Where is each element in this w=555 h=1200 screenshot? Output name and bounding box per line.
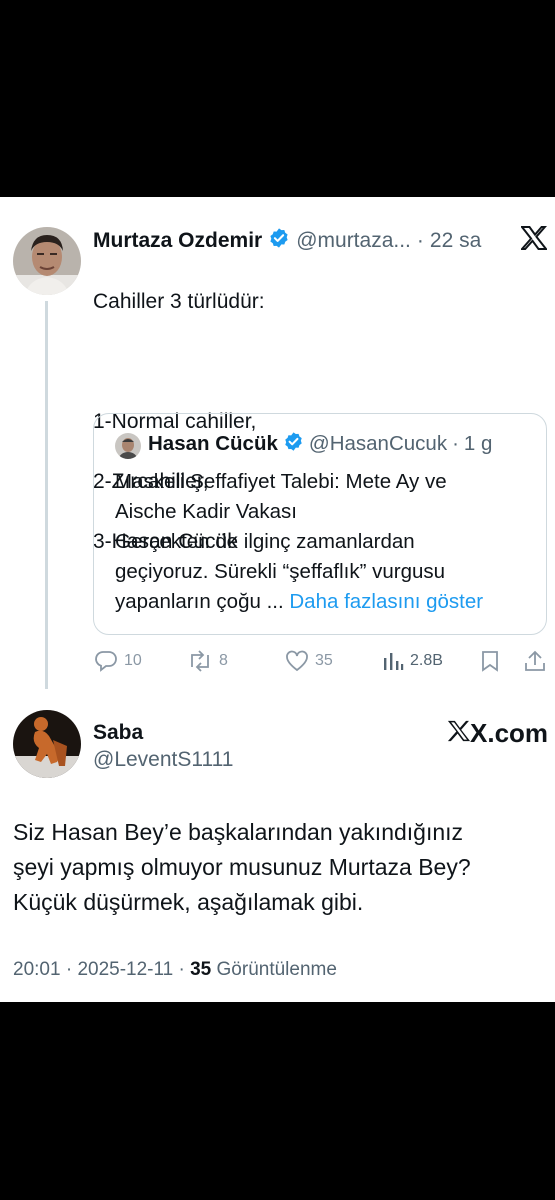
quote-avatar[interactable] [115, 433, 141, 459]
quote-text-line: Maskeli Şeffafiyet Talebi: Mete Ay ve [115, 470, 447, 493]
x-logo-icon [447, 719, 471, 748]
x-com-brand: X.com [447, 718, 548, 749]
like-icon [285, 650, 309, 672]
quoted-tweet[interactable]: Hasan Cücük @HasanCucuk · 1 g Maskeli Şe… [93, 413, 547, 635]
quote-author-handle[interactable]: @HasanCucuk [309, 432, 447, 456]
tweet-text-spacer [93, 347, 533, 377]
reply-count: 10 [124, 652, 142, 669]
retweet-count: 8 [219, 652, 228, 669]
tweet-text-line: Cahiller 3 türlüdür: [93, 290, 265, 313]
views-icon [382, 650, 404, 672]
separator-dot: · [65, 959, 78, 980]
reply-action[interactable]: 10 [94, 650, 142, 672]
quote-time[interactable]: 1 g [464, 432, 493, 456]
reply-views-label: Görüntülenme [216, 959, 337, 980]
bookmark-icon[interactable] [480, 650, 500, 677]
share-icon[interactable] [524, 649, 546, 678]
reply-views-count: 35 [190, 959, 212, 980]
like-action[interactable]: 35 [285, 650, 333, 672]
reply-icon [94, 650, 118, 672]
reply-text-line: Siz Hasan Bey’e başkalarından yakındığın… [13, 819, 464, 845]
quote-header: Hasan Cücük @HasanCucuk · 1 g [148, 431, 492, 457]
views-action[interactable]: 2.8B [382, 650, 443, 672]
reply-text-line: Küçük düşürmek, aşağılamak gibi. [13, 889, 364, 915]
tweet-header: Murtaza Ozdemir @murtaza... · 22 sa [93, 227, 481, 254]
thread-line [45, 301, 48, 689]
quote-text-line: Aische Kadir Vakası [115, 500, 297, 523]
reply-time[interactable]: 20:01 [13, 959, 61, 980]
brand-text: X.com [470, 718, 549, 748]
like-count: 35 [315, 652, 333, 669]
separator-dot: · [178, 959, 191, 980]
author-avatar[interactable] [13, 227, 81, 295]
tweet-time[interactable]: 22 sa [430, 229, 481, 253]
reply-handle[interactable]: @LeventS1111 [93, 748, 233, 772]
x-logo-icon[interactable] [519, 226, 549, 255]
quote-author-name[interactable]: Hasan Cücük [148, 432, 278, 456]
quote-text-line: geçiyoruz. Sürekli “şeffaflık” vurgusu [115, 560, 446, 583]
reply-meta: 20:01 · 2025-12-11 · 35 Görüntülenme [13, 959, 337, 981]
retweet-icon [187, 650, 213, 672]
reply-text-line: şeyi yapmış olmuyor musunuz Murtaza Bey? [13, 854, 471, 880]
retweet-action[interactable]: 8 [187, 650, 228, 672]
author-name[interactable]: Murtaza Ozdemir [93, 229, 262, 253]
verified-badge-icon [283, 431, 304, 457]
reply-date[interactable]: 2025-12-11 [77, 959, 173, 980]
quote-text-line: yapanların çoğu ... [115, 590, 284, 613]
separator-dot: · [416, 228, 424, 252]
separator-dot: · [452, 432, 459, 455]
reply-text: Siz Hasan Bey’e başkalarından yakındığın… [13, 815, 548, 920]
reply-avatar[interactable] [13, 710, 81, 778]
screenshot-card: Murtaza Ozdemir @murtaza... · 22 sa Cahi… [0, 197, 555, 1002]
quote-text-last-line: yapanların çoğu ... Daha fazlasını göste… [115, 587, 540, 617]
verified-badge-icon [268, 227, 290, 254]
show-more-link[interactable]: Daha fazlasını göster [289, 590, 483, 613]
reply-name[interactable]: Saba [93, 721, 143, 745]
quote-text: Maskeli Şeffafiyet Talebi: Mete Ay ve Ai… [115, 467, 540, 617]
author-handle[interactable]: @murtaza... [296, 229, 411, 253]
quote-text-line: Gerçekten de ilginç zamanlardan [115, 530, 415, 553]
views-count: 2.8B [410, 652, 443, 669]
